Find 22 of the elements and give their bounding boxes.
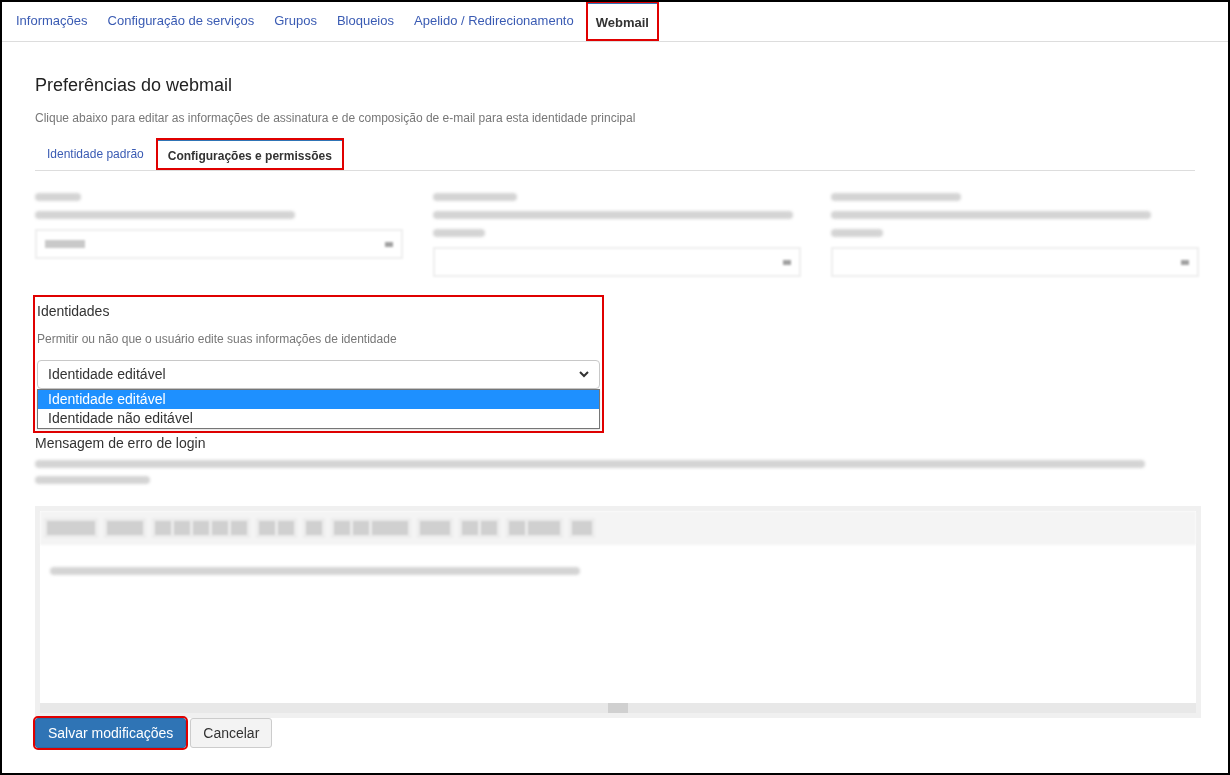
tab[interactable]: Webmail: [585, 2, 659, 41]
page-subtitle: Clique abaixo para editar as informações de assinatura e de composição de e-mail para esta identidade principal: [35, 110, 637, 127]
tab[interactable]: Bloqueios: [326, 2, 404, 41]
tab[interactable]: Grupos: [264, 2, 327, 41]
chevron-down-icon: [579, 371, 589, 378]
tab[interactable]: Informações: [6, 2, 98, 41]
blurred-text: [35, 193, 81, 201]
field-label: Identidades: [37, 302, 111, 321]
blurred-text: [831, 229, 883, 237]
field-label: Mensagem de erro de login: [35, 435, 206, 452]
tab[interactable]: Configuração de serviços: [97, 2, 265, 41]
tab[interactable]: Configurações e permissões: [155, 138, 344, 170]
page-title: Preferências do webmail: [35, 74, 234, 97]
blurred-text: [433, 229, 485, 237]
select-value: Identidade editável: [48, 365, 166, 384]
tab[interactable]: Identidade padrão: [35, 138, 156, 170]
tab[interactable]: Apelido / Redirecionamento: [404, 2, 584, 41]
field-description: Permitir ou não que o usuário edite suas informações de identidade: [37, 331, 398, 348]
cancel-button[interactable]: Cancelar: [190, 718, 273, 748]
save-button[interactable]: Salvar modificações: [35, 718, 187, 748]
select-field[interactable]: Identidade editável: [37, 360, 600, 389]
dropdown-option[interactable]: Identidade não editável: [38, 409, 599, 428]
